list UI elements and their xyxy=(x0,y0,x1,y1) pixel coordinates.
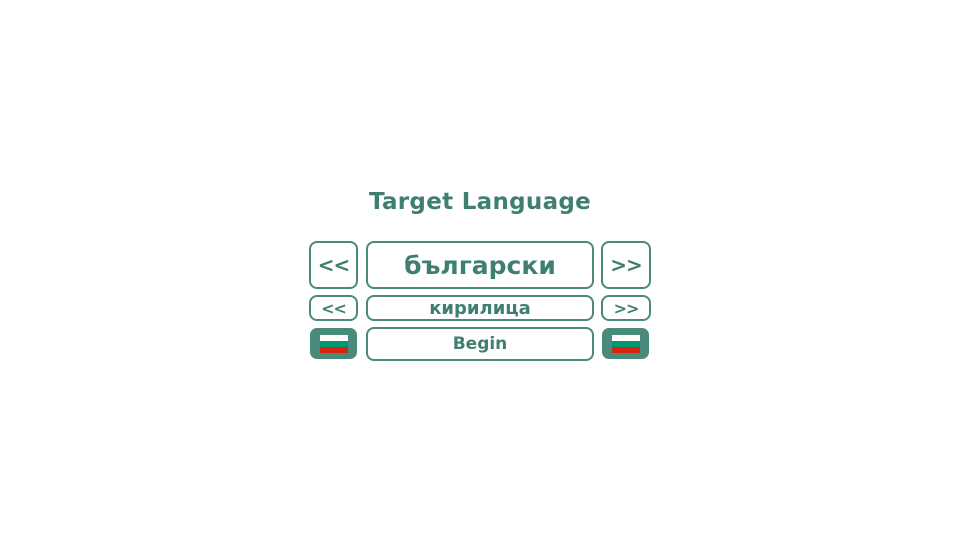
language-name-display: български xyxy=(366,241,594,289)
flag-stripe xyxy=(611,346,640,353)
next-script-button[interactable]: >> xyxy=(601,295,651,321)
next-language-button[interactable]: >> xyxy=(601,241,651,289)
language-select-screen: Target Language << български >> << кирил… xyxy=(0,0,960,540)
bulgarian-flag-icon xyxy=(611,334,640,353)
script-name-display: кирилица xyxy=(366,295,594,321)
previous-language-button[interactable]: << xyxy=(309,241,358,289)
begin-button[interactable]: Begin xyxy=(366,327,594,361)
bulgarian-flag-icon xyxy=(319,334,348,353)
page-title: Target Language xyxy=(368,189,592,215)
flag-button-right[interactable] xyxy=(602,328,649,359)
previous-script-button[interactable]: << xyxy=(309,295,358,321)
flag-button-left[interactable] xyxy=(310,328,357,359)
flag-stripe xyxy=(319,346,348,353)
